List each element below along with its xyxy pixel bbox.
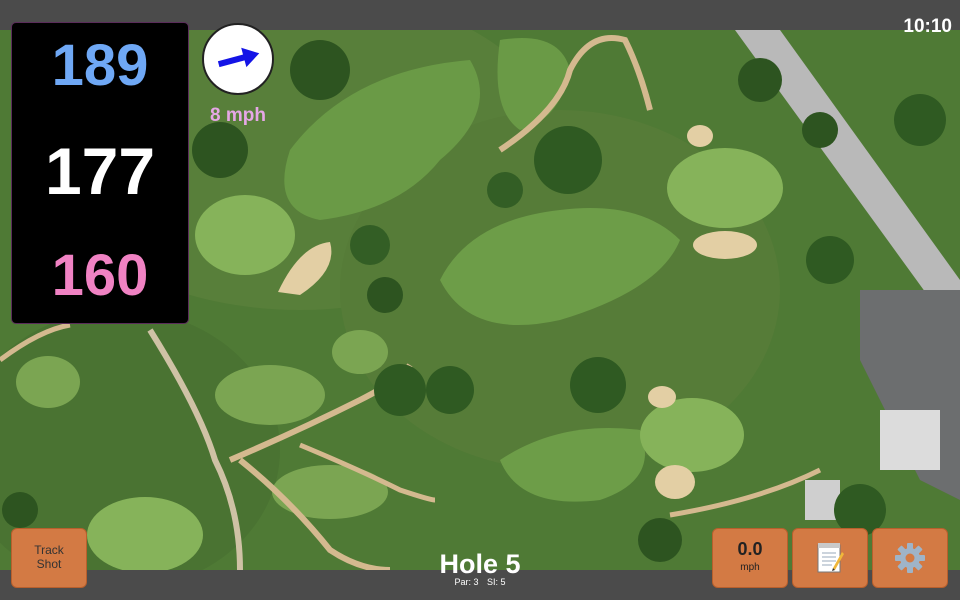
track-shot-label-line2: Shot — [36, 557, 62, 571]
status-clock: 10:10 — [903, 16, 952, 37]
hole-title: Hole 5 — [439, 549, 521, 579]
track-shot-button[interactable]: Track Shot — [11, 528, 87, 588]
center-of-green-distance: 177 — [44, 134, 156, 208]
settings-button[interactable] — [872, 528, 948, 588]
wind-direction-dial — [202, 23, 274, 95]
gear-icon — [895, 543, 925, 573]
notepad-icon — [817, 543, 844, 573]
swing-speed-button[interactable]: 0.0 mph — [712, 528, 788, 588]
arrow-right-icon — [217, 47, 260, 68]
hole-stroke-index: SI: 5 — [487, 577, 506, 587]
front-of-green-distance: 160 — [51, 243, 149, 308]
track-shot-label-line1: Track — [34, 543, 64, 558]
hole-info: Par: 3 SI: 5 — [380, 577, 580, 587]
swing-speed-value: 0.0 — [737, 539, 763, 559]
distance-panel: 189 177 160 — [11, 22, 189, 324]
wind-speed-label: 8 mph — [210, 105, 266, 126]
swing-speed-unit: mph — [740, 562, 760, 573]
notes-button[interactable] — [792, 528, 868, 588]
back-of-green-distance: 189 — [51, 33, 149, 98]
hole-par: Par: 3 — [454, 577, 479, 587]
